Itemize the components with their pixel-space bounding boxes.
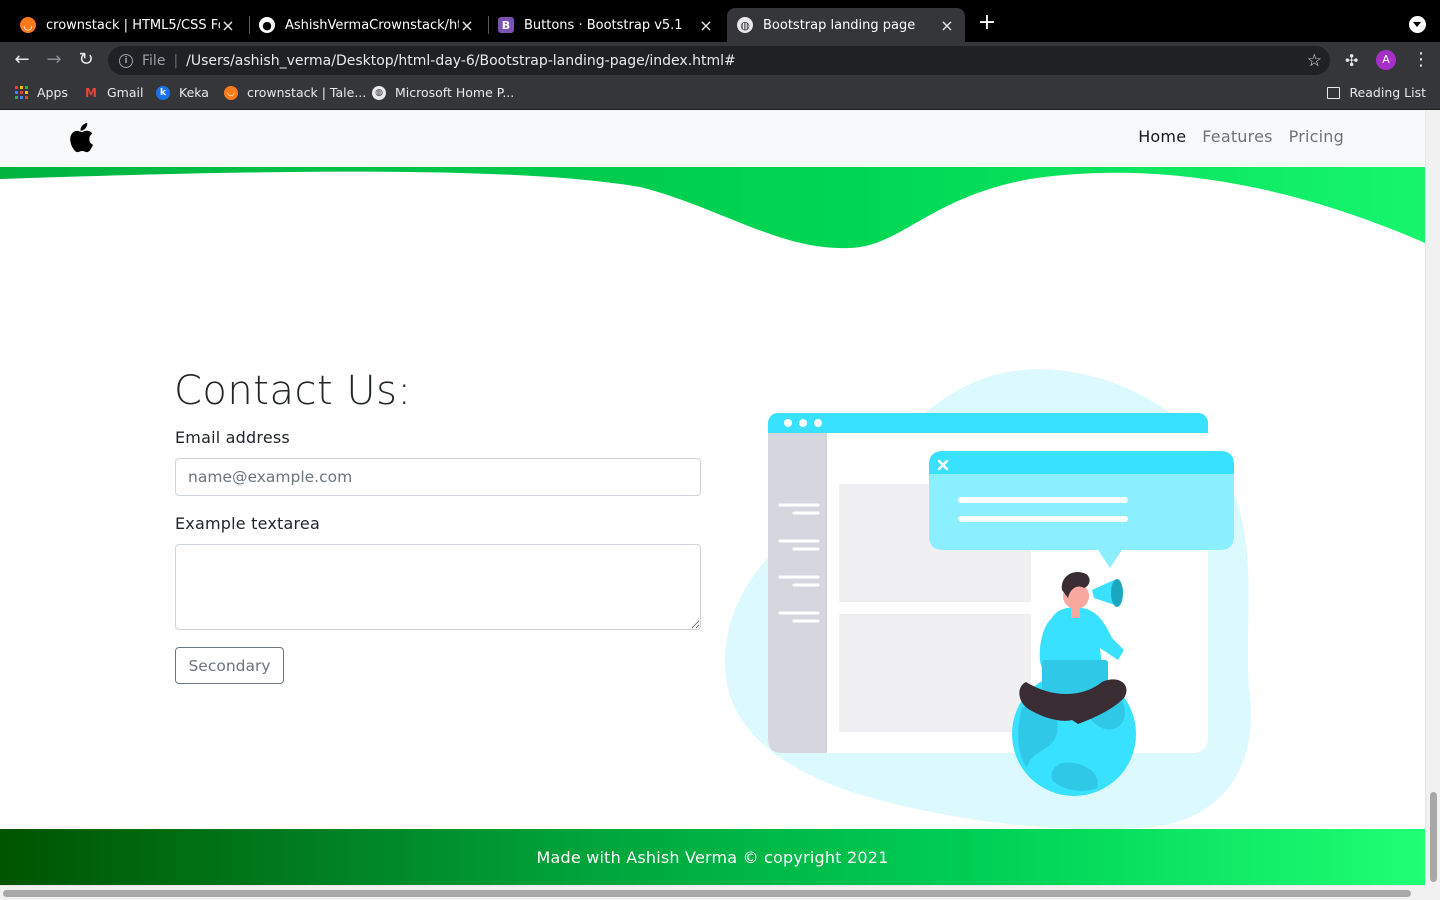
globe-icon: ◍ xyxy=(737,17,753,33)
url-scheme: File xyxy=(142,52,166,69)
tab-title: AshishVermaCrownstack/html- xyxy=(285,17,459,33)
nav-pricing-link[interactable]: Pricing xyxy=(1281,127,1352,146)
close-tab-icon[interactable]: × xyxy=(459,16,475,35)
extensions-puzzle-icon[interactable]: ✣ xyxy=(1345,51,1358,70)
tab-github[interactable]: ● AshishVermaCrownstack/html- × xyxy=(251,8,483,42)
window-dot-icon xyxy=(814,419,822,427)
tab-bootstrap-buttons[interactable]: B Buttons · Bootstrap v5.1 × xyxy=(490,8,722,42)
window-dot-icon xyxy=(799,419,807,427)
browser-toolbar: ← → ↻ i File | /Users/ashish_verma/Deskt… xyxy=(0,42,1440,78)
profile-avatar[interactable]: A xyxy=(1376,50,1396,70)
keka-icon: k xyxy=(156,85,170,100)
gmail-icon: M xyxy=(85,85,97,100)
tab-strip: ◡ crownstack | HTML5/CSS For b × ● Ashis… xyxy=(0,0,1440,42)
email-field[interactable] xyxy=(175,458,701,496)
bookmarks-bar: Apps M Gmail k Keka ◡ crownstack | Tale.… xyxy=(0,78,1440,110)
content-block xyxy=(839,614,1031,732)
tab-title: crownstack | HTML5/CSS For b xyxy=(46,17,220,33)
bookmark-label: Microsoft Home P... xyxy=(395,85,515,100)
bookmark-label: Keka xyxy=(179,85,209,100)
contact-illustration xyxy=(724,369,1251,830)
bootstrap-icon: B xyxy=(498,17,514,33)
nav-home-link[interactable]: Home xyxy=(1130,127,1194,146)
forward-icon[interactable]: → xyxy=(42,48,66,72)
tab-crownstack[interactable]: ◡ crownstack | HTML5/CSS For b × xyxy=(12,8,244,42)
back-icon[interactable]: ← xyxy=(10,48,34,72)
tab-title: Bootstrap landing page xyxy=(763,17,916,33)
bookmark-keka[interactable]: k Keka xyxy=(156,85,209,100)
scrollbar-thumb[interactable] xyxy=(3,890,1411,897)
nav-links: Home Features Pricing xyxy=(1130,127,1352,146)
crownstack-icon: ◡ xyxy=(224,85,238,100)
window-dot-icon xyxy=(784,419,792,427)
tab-bootstrap-landing[interactable]: ◍ Bootstrap landing page × xyxy=(727,8,965,42)
apple-logo-icon[interactable] xyxy=(66,122,94,154)
tab-search-icon[interactable] xyxy=(1409,16,1426,33)
window-sidebar xyxy=(768,433,827,753)
reading-list-icon xyxy=(1327,86,1341,99)
tab-separator xyxy=(249,16,250,34)
bookmark-gmail[interactable]: M Gmail xyxy=(84,85,143,100)
close-tab-icon[interactable]: × xyxy=(698,16,714,35)
address-bar[interactable]: i File | /Users/ashish_verma/Desktop/htm… xyxy=(108,46,1330,75)
reading-list-label: Reading List xyxy=(1349,85,1426,100)
green-wave-divider xyxy=(0,167,1425,249)
bookmark-star-icon[interactable]: ☆ xyxy=(1307,51,1322,71)
scrollbar-thumb[interactable] xyxy=(1430,792,1437,882)
site-navbar: Home Features Pricing xyxy=(0,110,1425,167)
new-tab-icon[interactable]: + xyxy=(976,12,998,34)
apps-grid-icon xyxy=(15,86,28,99)
textarea-label: Example textarea xyxy=(175,514,320,533)
secondary-button[interactable]: Secondary xyxy=(175,647,284,684)
message-textarea[interactable] xyxy=(175,544,701,630)
crownstack-icon: ◡ xyxy=(20,17,36,33)
scrollbar-corner xyxy=(1425,885,1440,900)
url-text[interactable]: /Users/ashish_verma/Desktop/html-day-6/B… xyxy=(186,53,1307,69)
github-icon: ● xyxy=(259,17,275,33)
bookmark-apps[interactable]: Apps xyxy=(15,85,68,100)
site-footer: Made with Ashish Verma © copyright 2021 xyxy=(0,829,1425,885)
close-tab-icon[interactable]: × xyxy=(939,16,955,35)
bookmark-label: Apps xyxy=(37,85,68,100)
tab-title: Buttons · Bootstrap v5.1 xyxy=(524,17,683,33)
site-info-icon[interactable]: i xyxy=(119,53,133,68)
bubble-text-line xyxy=(958,516,1128,522)
url-divider: | xyxy=(173,52,179,69)
close-tab-icon[interactable]: × xyxy=(220,16,236,35)
globe-icon: ◍ xyxy=(372,85,386,100)
reload-icon[interactable]: ↻ xyxy=(74,48,98,72)
bubble-text-line xyxy=(958,497,1128,503)
nav-features-link[interactable]: Features xyxy=(1194,127,1280,146)
tab-separator xyxy=(488,16,489,34)
bookmark-crownstack[interactable]: ◡ crownstack | Tale... xyxy=(224,85,366,100)
more-menu-icon[interactable]: ⋮ xyxy=(1412,48,1430,72)
vertical-scrollbar[interactable] xyxy=(1425,110,1440,900)
bookmark-microsoft[interactable]: ◍ Microsoft Home P... xyxy=(372,85,514,100)
contact-title: Contact Us: xyxy=(174,368,412,414)
horizontal-scrollbar[interactable] xyxy=(0,885,1425,900)
email-label: Email address xyxy=(175,428,290,447)
bookmark-label: crownstack | Tale... xyxy=(247,85,367,100)
page-viewport: Home Features Pricing Contact Us: Email … xyxy=(0,110,1425,885)
bookmark-label: Gmail xyxy=(107,85,144,100)
reading-list-button[interactable]: Reading List xyxy=(1327,85,1426,100)
footer-text: Made with Ashish Verma © copyright 2021 xyxy=(536,847,889,867)
